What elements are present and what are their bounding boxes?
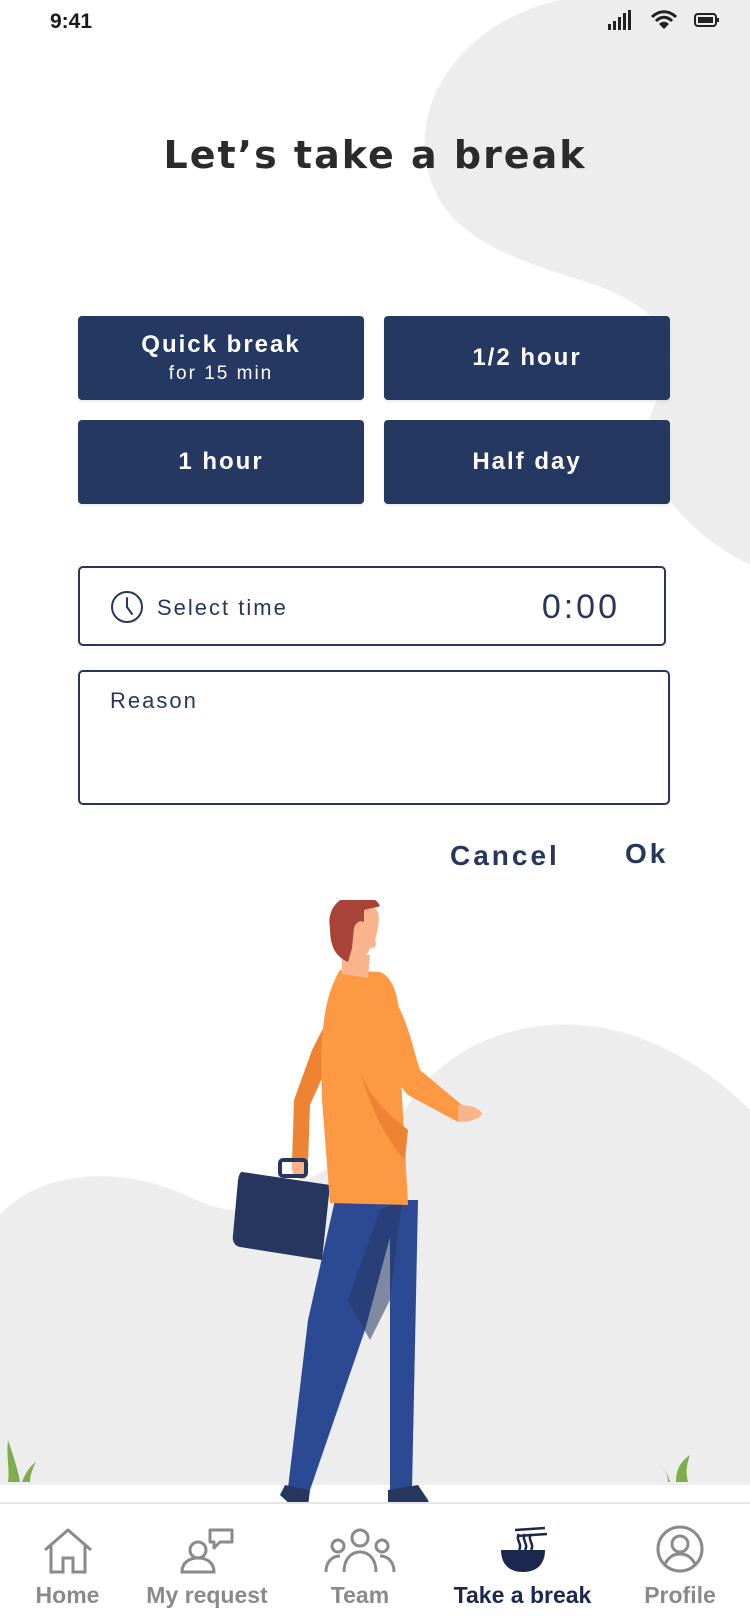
wifi-icon <box>650 10 678 29</box>
nav-take-a-break[interactable]: Take a break <box>440 1504 605 1624</box>
page-title: Let’s take a break <box>163 133 587 177</box>
nav-home-label: Home <box>35 1582 100 1608</box>
quick-break-label: Quick break <box>141 331 301 358</box>
nav-home[interactable]: Home <box>20 1504 115 1624</box>
half-hour-button[interactable]: 1/2 hour <box>384 316 670 400</box>
nav-my-request-label: My request <box>146 1582 268 1608</box>
one-hour-label: 1 hour <box>178 448 264 475</box>
half-hour-label: 1/2 hour <box>472 344 582 371</box>
ok-button[interactable]: Ok <box>625 838 668 870</box>
home-icon <box>43 1528 92 1574</box>
nav-profile[interactable]: Profile <box>630 1504 730 1624</box>
one-hour-button[interactable]: 1 hour <box>78 420 364 504</box>
nav-profile-label: Profile <box>644 1582 716 1608</box>
team-icon <box>324 1528 396 1573</box>
status-icons <box>608 10 720 30</box>
select-time-label: Select time <box>157 595 288 620</box>
nav-my-request[interactable]: My request <box>137 1504 277 1624</box>
select-time-value: 0:00 <box>541 588 620 626</box>
status-time: 9:41 <box>50 10 93 33</box>
half-day-label: Half day <box>472 448 582 475</box>
cancel-button[interactable]: Cancel <box>450 840 560 872</box>
noodle-bowl-icon <box>500 1526 547 1572</box>
request-icon <box>180 1528 234 1574</box>
nav-team[interactable]: Team <box>310 1504 410 1624</box>
quick-break-sublabel: for 15 min <box>168 363 274 384</box>
walking-man-illustration <box>232 900 482 1506</box>
nav-team-label: Team <box>330 1582 390 1608</box>
quick-break-button[interactable]: Quick break for 15 min <box>78 316 364 400</box>
nav-take-a-break-label: Take a break <box>453 1582 592 1608</box>
profile-icon <box>656 1525 704 1573</box>
half-day-button[interactable]: Half day <box>384 420 670 504</box>
bottom-navigation: Home My request Team Take a break Profil… <box>0 1502 750 1624</box>
reason-textarea[interactable]: Reason <box>78 670 670 805</box>
clock-icon <box>111 591 143 623</box>
signal-icon <box>608 10 631 30</box>
battery-icon <box>694 13 719 27</box>
reason-placeholder: Reason <box>110 688 198 713</box>
select-time-field[interactable]: Select time 0:00 <box>78 566 666 646</box>
